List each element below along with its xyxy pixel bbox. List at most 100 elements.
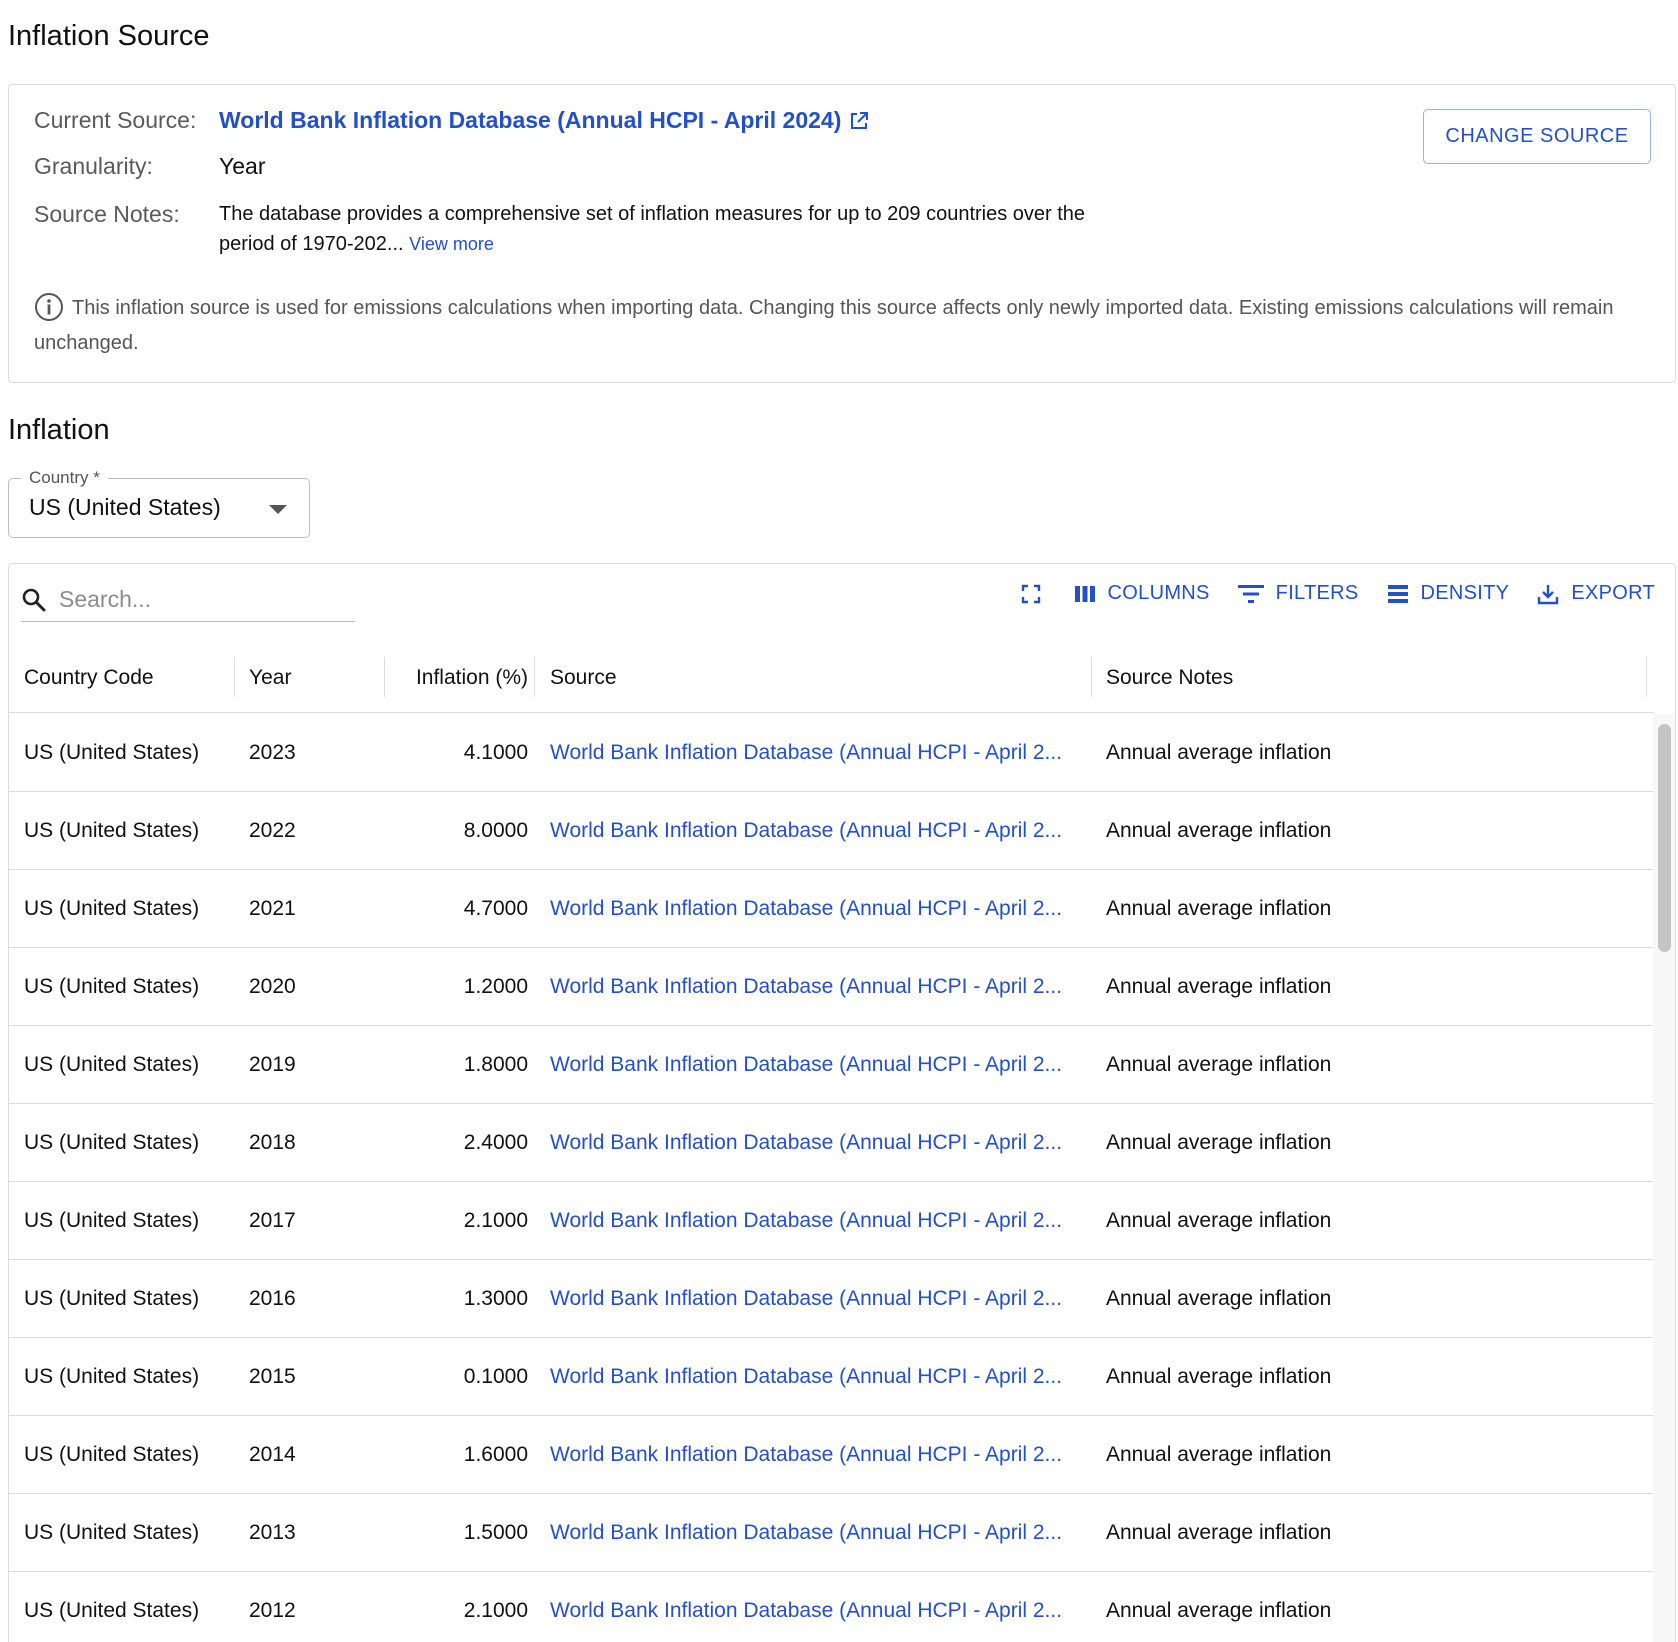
- cell-source-notes: Annual average inflation: [1106, 1053, 1332, 1076]
- cell-source-link[interactable]: World Bank Inflation Database (Annual HC…: [550, 714, 1080, 792]
- cell-year: 2012: [249, 1599, 296, 1622]
- search-icon: [22, 588, 46, 611]
- table-row[interactable]: US (United States) 2022 8.0000 World Ban…: [9, 792, 1654, 870]
- inflation-data-grid: COLUMNS FILTERS DENSITY EXPORT: [8, 563, 1676, 1642]
- country-select-label: Country *: [21, 468, 108, 488]
- column-header-country-code[interactable]: Country Code: [24, 643, 154, 713]
- cell-source-link[interactable]: World Bank Inflation Database (Annual HC…: [550, 1494, 1080, 1572]
- info-text: This inflation source is used for emissi…: [34, 297, 1614, 354]
- cell-inflation: 4.7000: [463, 897, 528, 920]
- source-notes-row: Source Notes: The database provides a co…: [34, 199, 1119, 259]
- cell-country-code: US (United States): [24, 975, 200, 998]
- cell-inflation: 0.1000: [463, 1365, 528, 1388]
- cell-source-link[interactable]: World Bank Inflation Database (Annual HC…: [550, 870, 1080, 948]
- column-separator[interactable]: [534, 657, 535, 697]
- granularity-label: Granularity:: [34, 153, 153, 179]
- current-source-label: Current Source:: [34, 107, 197, 133]
- info-icon: [35, 292, 63, 321]
- column-header-source[interactable]: Source: [550, 643, 617, 713]
- cell-country-code: US (United States): [24, 819, 200, 842]
- view-more-link[interactable]: View more: [409, 234, 494, 254]
- cell-year: 2021: [249, 897, 296, 920]
- fullscreen-button[interactable]: [1020, 583, 1042, 605]
- table-row[interactable]: US (United States) 2018 2.4000 World Ban…: [9, 1104, 1654, 1182]
- cell-country-code: US (United States): [24, 1131, 200, 1154]
- table-row[interactable]: US (United States) 2023 4.1000 World Ban…: [9, 714, 1654, 792]
- table-row[interactable]: US (United States) 2021 4.7000 World Ban…: [9, 870, 1654, 948]
- cell-inflation: 4.1000: [463, 741, 528, 764]
- cell-source-link[interactable]: World Bank Inflation Database (Annual HC…: [550, 792, 1080, 870]
- current-source-link[interactable]: World Bank Inflation Database (Annual HC…: [219, 107, 869, 134]
- column-separator[interactable]: [384, 657, 385, 697]
- cell-country-code: US (United States): [24, 1053, 200, 1076]
- cell-country-code: US (United States): [24, 1443, 200, 1466]
- column-header-inflation[interactable]: Inflation (%): [389, 643, 528, 713]
- cell-country-code: US (United States): [24, 1365, 200, 1388]
- cell-source-notes: Annual average inflation: [1106, 1209, 1332, 1232]
- cell-source-link[interactable]: World Bank Inflation Database (Annual HC…: [550, 1416, 1080, 1494]
- column-separator[interactable]: [1091, 657, 1092, 697]
- vertical-scrollbar[interactable]: [1653, 714, 1675, 1642]
- columns-button[interactable]: COLUMNS: [1074, 582, 1210, 605]
- cell-country-code: US (United States): [24, 1287, 200, 1310]
- fullscreen-icon: [1021, 584, 1040, 603]
- cell-source-link[interactable]: World Bank Inflation Database (Annual HC…: [550, 1104, 1080, 1182]
- export-icon: [1538, 584, 1559, 604]
- cell-inflation: 2.1000: [463, 1209, 528, 1232]
- filters-button[interactable]: FILTERS: [1237, 582, 1359, 605]
- inflation-title: Inflation: [8, 414, 110, 446]
- table-row[interactable]: US (United States) 2015 0.1000 World Ban…: [9, 1338, 1654, 1416]
- scrollbar-thumb[interactable]: [1658, 724, 1671, 952]
- table-row[interactable]: US (United States) 2013 1.5000 World Ban…: [9, 1494, 1654, 1572]
- cell-source-notes: Annual average inflation: [1106, 1131, 1332, 1154]
- cell-source-link[interactable]: World Bank Inflation Database (Annual HC…: [550, 1026, 1080, 1104]
- table-row[interactable]: US (United States) 2014 1.6000 World Ban…: [9, 1416, 1654, 1494]
- table-row[interactable]: US (United States) 2019 1.8000 World Ban…: [9, 1026, 1654, 1104]
- cell-inflation: 1.8000: [463, 1053, 528, 1076]
- cell-inflation: 1.6000: [463, 1443, 528, 1466]
- cell-inflation: 8.0000: [463, 819, 528, 842]
- grid-rows: US (United States) 2023 4.1000 World Ban…: [9, 714, 1654, 1642]
- table-row[interactable]: US (United States) 2016 1.3000 World Ban…: [9, 1260, 1654, 1338]
- column-header-source-notes[interactable]: Source Notes: [1106, 643, 1233, 713]
- density-button[interactable]: DENSITY: [1387, 582, 1510, 605]
- grid-toolbar: COLUMNS FILTERS DENSITY EXPORT: [1020, 582, 1655, 605]
- column-header-year[interactable]: Year: [249, 643, 291, 713]
- change-source-button[interactable]: CHANGE SOURCE: [1423, 109, 1651, 164]
- cell-source-link[interactable]: World Bank Inflation Database (Annual HC…: [550, 1260, 1080, 1338]
- cell-source-link[interactable]: World Bank Inflation Database (Annual HC…: [550, 1338, 1080, 1416]
- filter-icon: [1237, 584, 1264, 603]
- table-row[interactable]: US (United States) 2017 2.1000 World Ban…: [9, 1182, 1654, 1260]
- cell-country-code: US (United States): [24, 1521, 200, 1544]
- table-row[interactable]: US (United States) 2020 1.2000 World Ban…: [9, 948, 1654, 1026]
- cell-year: 2017: [249, 1209, 296, 1232]
- export-button[interactable]: EXPORT: [1537, 582, 1655, 605]
- cell-source-link[interactable]: World Bank Inflation Database (Annual HC…: [550, 1182, 1080, 1260]
- cell-source-link[interactable]: World Bank Inflation Database (Annual HC…: [550, 1572, 1080, 1642]
- cell-country-code: US (United States): [24, 1209, 200, 1232]
- cell-source-notes: Annual average inflation: [1106, 1521, 1332, 1544]
- column-separator[interactable]: [234, 657, 235, 697]
- search-input[interactable]: [59, 586, 339, 613]
- cell-source-notes: Annual average inflation: [1106, 1443, 1332, 1466]
- cell-inflation: 1.5000: [463, 1521, 528, 1544]
- country-select[interactable]: Country * US (United States): [8, 468, 310, 538]
- cell-source-notes: Annual average inflation: [1106, 741, 1332, 764]
- source-notes-text: The database provides a comprehensive se…: [219, 199, 1119, 259]
- cell-source-notes: Annual average inflation: [1106, 1365, 1332, 1388]
- cell-country-code: US (United States): [24, 1599, 200, 1622]
- cell-source-notes: Annual average inflation: [1106, 975, 1332, 998]
- search-box: [21, 578, 355, 622]
- cell-source-link[interactable]: World Bank Inflation Database (Annual HC…: [550, 948, 1080, 1026]
- cell-year: 2020: [249, 975, 296, 998]
- density-icon: [1387, 584, 1408, 603]
- cell-country-code: US (United States): [24, 741, 200, 764]
- cell-year: 2013: [249, 1521, 296, 1544]
- cell-country-code: US (United States): [24, 897, 200, 920]
- cell-year: 2022: [249, 819, 296, 842]
- cell-inflation: 2.4000: [463, 1131, 528, 1154]
- column-separator[interactable]: [1646, 657, 1647, 697]
- table-row[interactable]: US (United States) 2012 2.1000 World Ban…: [9, 1572, 1654, 1642]
- grid-header: Country Code Year Inflation (%) Source S…: [9, 643, 1654, 713]
- cell-inflation: 2.1000: [463, 1599, 528, 1622]
